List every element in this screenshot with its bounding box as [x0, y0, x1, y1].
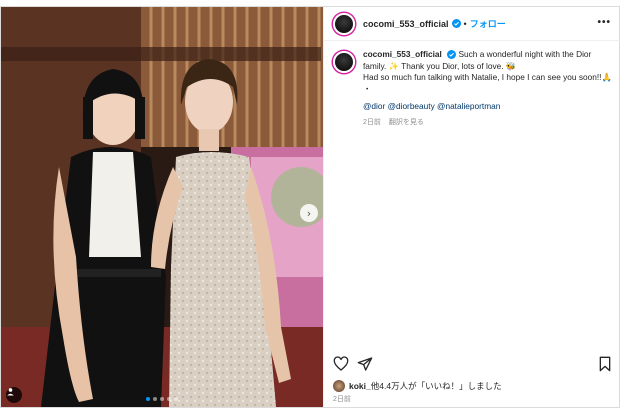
post-dialog: › cocomi_553_official • フォロー ••• cocomi_… — [0, 6, 620, 408]
carousel-dot — [146, 397, 150, 401]
share-icon[interactable] — [357, 356, 373, 372]
carousel-indicator — [146, 397, 178, 401]
carousel-dot — [153, 397, 157, 401]
username-link[interactable]: cocomi_553_official — [363, 19, 449, 29]
likes-summary[interactable]: koki_ 他4.4万人が「いいね！」しました — [333, 380, 502, 392]
caption-username[interactable]: cocomi_553_official — [363, 49, 442, 59]
caption-meta: 2日前 翻訳を見る — [363, 117, 613, 129]
chevron-right-icon[interactable]: › — [300, 204, 318, 222]
liker-avatar — [333, 380, 345, 392]
hashtag-links[interactable]: @dior @diorbeauty @natalieportman — [363, 101, 613, 113]
verified-badge-icon — [447, 50, 457, 60]
verified-badge-icon — [451, 19, 461, 28]
caption-bullet: ・ — [363, 83, 372, 94]
user-tag-icon[interactable] — [6, 387, 22, 403]
caption-body: cocomi_553_official Such a wonderful nig… — [363, 49, 613, 128]
post-header: cocomi_553_official • フォロー ••• — [324, 7, 620, 41]
likes-user[interactable]: koki_ — [349, 381, 371, 391]
carousel-dot — [174, 397, 178, 401]
caption-text-2: Had so much fun talking with Natalie, I … — [363, 72, 612, 82]
follow-button[interactable]: フォロー — [470, 17, 506, 30]
post-side-panel: cocomi_553_official • フォロー ••• cocomi_55… — [323, 7, 620, 407]
post-age: 2日前 — [333, 396, 351, 403]
carousel-dot — [167, 397, 171, 401]
caption-age: 2日前 — [363, 118, 381, 126]
translate-link[interactable]: 翻訳を見る — [389, 119, 424, 126]
carousel-dot — [160, 397, 164, 401]
heart-icon[interactable] — [333, 356, 349, 372]
more-options-icon[interactable]: ••• — [597, 17, 611, 28]
avatar[interactable] — [333, 51, 355, 73]
post-photo[interactable]: › — [1, 7, 323, 407]
action-bar — [333, 356, 613, 374]
likes-text: 他4.4万人が「いいね！」しました — [370, 381, 502, 391]
bookmark-icon[interactable] — [598, 356, 612, 372]
separator: • — [463, 18, 467, 29]
avatar[interactable] — [333, 12, 355, 35]
caption: cocomi_553_official Such a wonderful nig… — [333, 49, 613, 128]
photo-illustration — [1, 7, 323, 407]
